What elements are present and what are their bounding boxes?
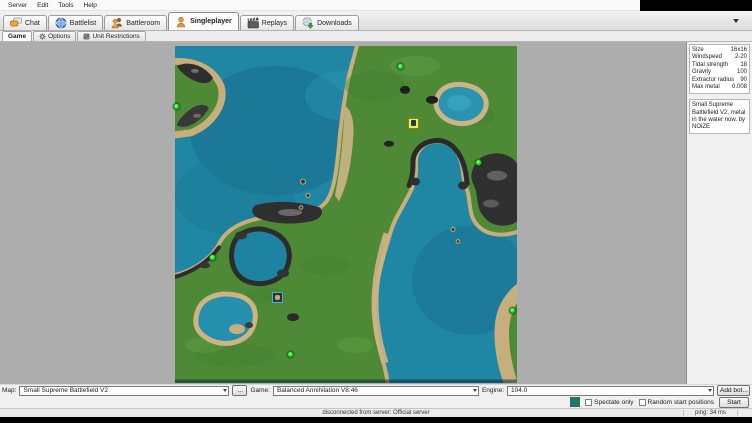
- checkbox-box[interactable]: [585, 399, 592, 406]
- status-bar: disconnected from server: Official serve…: [0, 408, 752, 417]
- tab-label: Replays: [262, 20, 287, 27]
- info-value: 100: [737, 69, 747, 76]
- options-icon: [39, 33, 46, 40]
- start-position-marker[interactable]: [209, 254, 216, 261]
- checkbox-label: Random start positions: [648, 399, 714, 406]
- info-value: 0.008: [732, 84, 747, 91]
- game-select[interactable]: Balanced Annihilation V8.46: [273, 386, 479, 396]
- map-terrain-image: [175, 46, 517, 383]
- info-value: 90: [740, 77, 747, 84]
- main-tab-bar: Chat Battlelist Battleroom Singleplayer …: [0, 11, 752, 31]
- start-position-marker[interactable]: [287, 351, 294, 358]
- subtab-label: Game: [8, 33, 26, 40]
- status-message: disconnected from server: Official serve…: [0, 410, 752, 416]
- checkbox-box[interactable]: [639, 399, 646, 406]
- info-label: Max metal: [692, 84, 720, 91]
- tab-label: Downloads: [317, 20, 352, 27]
- engine-select-value: 104.0: [511, 387, 527, 394]
- map-info-box: Size 16x16 Windspeed 2-20 Tidal strength 18…: [689, 44, 750, 94]
- info-label: Size: [692, 47, 704, 54]
- tab-label: Singleplayer: [190, 18, 232, 25]
- sub-tab-bar: Game Options Unit Restrictions: [0, 31, 752, 42]
- dropdown-arrow-icon: [708, 389, 712, 392]
- tab-chat[interactable]: Chat: [3, 15, 47, 30]
- menu-edit[interactable]: Edit: [32, 2, 53, 9]
- menu-help[interactable]: Help: [79, 2, 102, 9]
- map-select[interactable]: Small Supreme Battlefield V2: [19, 386, 229, 396]
- info-label: Gravity: [692, 69, 711, 76]
- subtab-label: Unit Restrictions: [92, 33, 139, 40]
- tab-downloads[interactable]: Downloads: [295, 15, 359, 30]
- start-position-marker[interactable]: [509, 307, 516, 314]
- dropdown-arrow-icon: [473, 389, 477, 392]
- map-browse-button[interactable]: ...: [232, 385, 247, 396]
- battle-setup-area: Size 16x16 Windspeed 2-20 Tidal strength 18…: [0, 42, 752, 384]
- start-position-marker[interactable]: [173, 103, 180, 110]
- game-selection-row: Map: Small Supreme Battlefield V2 ... Ga…: [0, 384, 752, 396]
- info-value: 16x16: [731, 47, 747, 54]
- engine-select[interactable]: 104.0: [507, 386, 714, 396]
- menu-bar-inner: Server Edit Tools Help: [0, 0, 640, 11]
- menu-server[interactable]: Server: [3, 2, 32, 9]
- engine-label: Engine:: [482, 387, 504, 394]
- download-globe-icon: [302, 17, 314, 29]
- tab-overflow-button[interactable]: [733, 19, 739, 23]
- application-window: Server Edit Tools Help Chat Battlelist B…: [0, 0, 752, 423]
- chat-bubbles-icon: [10, 17, 22, 29]
- info-label: Extractor radius: [692, 77, 734, 84]
- subtab-unit-restrictions[interactable]: Unit Restrictions: [77, 31, 145, 41]
- info-label: Tidal strength: [692, 62, 728, 69]
- dropdown-arrow-icon: [223, 389, 227, 392]
- tab-battlelist[interactable]: Battlelist: [48, 15, 103, 30]
- subtab-label: Options: [48, 33, 70, 40]
- status-divider: [737, 410, 738, 416]
- menu-bar: Server Edit Tools Help: [0, 0, 752, 11]
- users-icon: [111, 17, 123, 29]
- screen-edge: [0, 417, 752, 423]
- tab-label: Battlelist: [70, 20, 96, 27]
- info-value: 2-20: [735, 54, 747, 61]
- tab-label: Battleroom: [126, 20, 160, 27]
- map-label: Map:: [2, 387, 16, 394]
- tab-singleplayer[interactable]: Singleplayer: [168, 12, 239, 30]
- info-value: 18: [740, 62, 747, 69]
- menu-tools[interactable]: Tools: [53, 2, 78, 9]
- ping-indicator: ping: 34 ms: [684, 410, 737, 416]
- map-description: Small Supreme Battlefield V2, metal in t…: [689, 99, 750, 134]
- start-button[interactable]: Start: [719, 397, 749, 408]
- globe-icon: [55, 17, 67, 29]
- add-bot-button[interactable]: Add bot...: [717, 385, 750, 396]
- map-select-value: Small Supreme Battlefield V2: [23, 387, 108, 394]
- bot-marker[interactable]: [272, 292, 283, 303]
- start-options-row: Spectate only Random start positions Sta…: [0, 396, 752, 408]
- tab-label: Chat: [25, 20, 40, 27]
- game-label: Game:: [250, 387, 270, 394]
- tab-replays[interactable]: Replays: [240, 15, 294, 30]
- random-start-positions-checkbox[interactable]: Random start positions: [639, 399, 714, 406]
- unit-restrictions-icon: [83, 33, 90, 40]
- spectate-only-checkbox[interactable]: Spectate only: [585, 399, 633, 406]
- selected-start-marker[interactable]: [408, 118, 419, 129]
- subtab-game[interactable]: Game: [2, 31, 32, 41]
- user-icon: [175, 16, 187, 28]
- player-color-button[interactable]: [570, 397, 580, 407]
- game-select-value: Balanced Annihilation V8.46: [277, 387, 358, 394]
- clapperboard-icon: [247, 17, 259, 29]
- map-preview[interactable]: [175, 46, 517, 383]
- start-position-marker[interactable]: [397, 63, 404, 70]
- map-info-panel: Size 16x16 Windspeed 2-20 Tidal strength 18…: [686, 42, 752, 384]
- info-label: Windspeed: [692, 54, 722, 61]
- start-position-marker[interactable]: [475, 159, 482, 166]
- subtab-options[interactable]: Options: [33, 31, 76, 41]
- checkbox-label: Spectate only: [594, 399, 633, 406]
- tab-battleroom[interactable]: Battleroom: [104, 15, 167, 30]
